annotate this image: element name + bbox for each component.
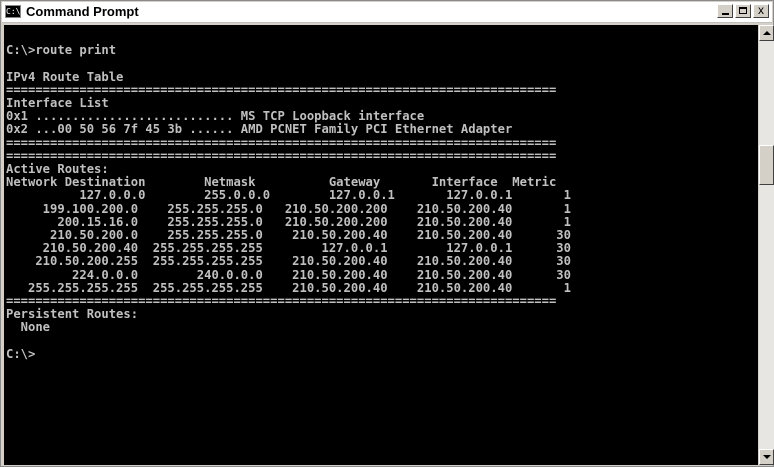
console-app-icon[interactable]: C:\: [5, 5, 21, 18]
scroll-down-button[interactable]: [759, 449, 774, 465]
console-line: Interface List: [6, 96, 109, 111]
close-button[interactable]: x: [753, 4, 769, 18]
minimize-button[interactable]: [717, 4, 733, 18]
console-text: C:\>route print IPv4 Route Table =======…: [4, 25, 758, 361]
console-line: 200.15.16.0 255.255.255.0 210.50.200.200…: [6, 214, 571, 229]
console-line: IPv4 Route Table: [6, 69, 124, 84]
scroll-thumb[interactable]: [759, 145, 774, 185]
minimize-icon: [721, 13, 729, 15]
console-line: 210.50.200.0 255.255.255.0 210.50.200.40…: [6, 228, 571, 243]
console-line: C:\>route print: [6, 43, 117, 58]
console-line: 0x2 ...00 50 56 7f 45 3b ...... AMD PCNE…: [6, 122, 513, 137]
vertical-scrollbar[interactable]: [759, 25, 774, 465]
console-line: 127.0.0.0 255.0.0.0 127.0.0.1 127.0.0.1 …: [6, 188, 571, 203]
console-line: Active Routes:: [6, 162, 109, 177]
console-line: 210.50.200.255 255.255.255.255 210.50.20…: [6, 254, 571, 269]
console-line: ========================================…: [6, 148, 557, 163]
console-line: 255.255.255.255 255.255.255.255 210.50.2…: [6, 280, 571, 295]
console-line: 224.0.0.0 240.0.0.0 210.50.200.40 210.50…: [6, 267, 571, 282]
title-bar[interactable]: C:\ Command Prompt x: [2, 2, 772, 23]
console-line: None: [6, 320, 51, 335]
console-line: ========================================…: [6, 294, 557, 309]
maximize-icon: [739, 7, 747, 14]
arrow-down-icon: [763, 455, 771, 459]
console-line: 0x1 ........................... MS TCP L…: [6, 109, 425, 124]
window-title: Command Prompt: [26, 4, 139, 19]
maximize-button[interactable]: [735, 4, 751, 18]
close-icon: x: [758, 3, 764, 17]
console-line: ========================================…: [6, 135, 557, 150]
arrow-up-icon: [763, 31, 771, 35]
scroll-up-button[interactable]: [759, 25, 774, 41]
console-output[interactable]: C:\>route print IPv4 Route Table =======…: [4, 25, 758, 465]
console-line: Persistent Routes:: [6, 307, 139, 322]
console-line: C:\>: [6, 346, 36, 361]
command-prompt-window: C:\ Command Prompt x C:\>route print IPv…: [0, 0, 774, 467]
console-line: 199.100.200.0 255.255.255.0 210.50.200.2…: [6, 201, 571, 216]
console-line: ========================================…: [6, 82, 557, 97]
console-line: Network Destination Netmask Gateway Inte…: [6, 175, 557, 190]
console-line: 210.50.200.40 255.255.255.255 127.0.0.1 …: [6, 241, 571, 256]
